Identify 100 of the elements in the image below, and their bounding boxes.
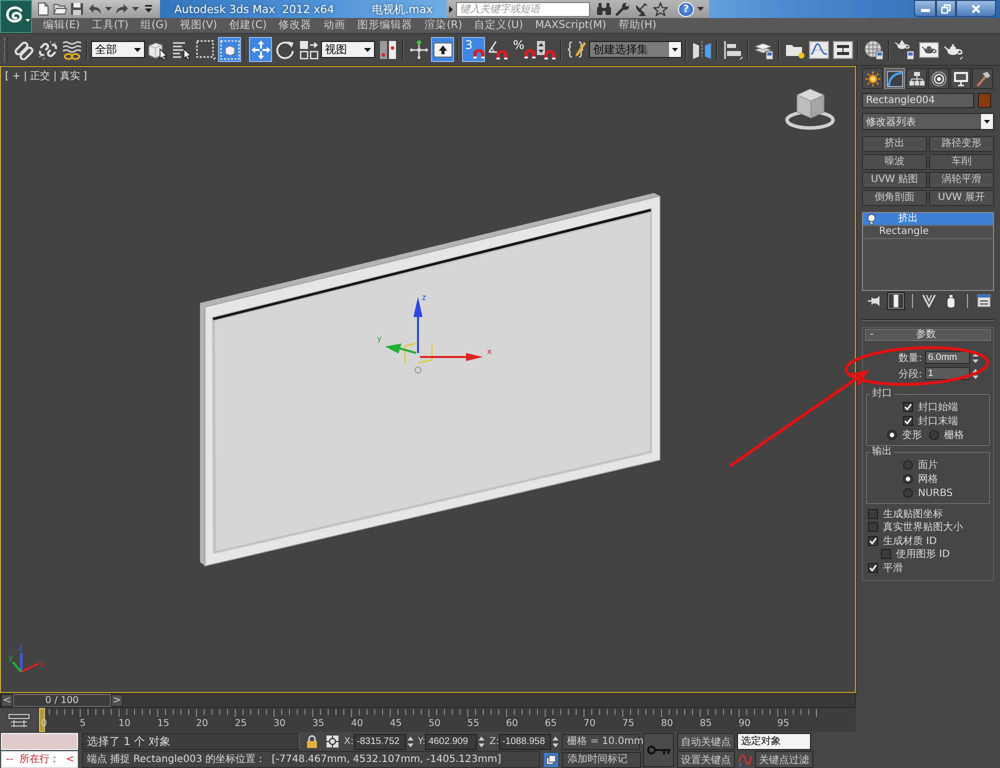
menu-item[interactable]: 帮助(H) [612, 18, 662, 33]
restore-button[interactable] [936, 0, 956, 17]
menu-item[interactable]: 渲染(R) [418, 18, 468, 33]
utilities-tab[interactable] [972, 68, 993, 89]
show-end-result-button[interactable] [887, 292, 905, 310]
modifier-button[interactable]: 涡轮平滑 [929, 172, 994, 188]
transform-mode-button[interactable] [324, 734, 340, 750]
checkbox[interactable] [881, 549, 891, 560]
checkbox[interactable] [868, 562, 878, 573]
make-unique-button[interactable] [920, 292, 938, 310]
help-button[interactable]: ? [678, 2, 694, 16]
menu-item[interactable]: 创建(C) [223, 18, 273, 33]
keyboard-override-button[interactable] [431, 37, 454, 62]
selection-lock-button[interactable] [304, 734, 320, 750]
modify-tab[interactable] [884, 68, 905, 89]
axis-arrow[interactable] [420, 353, 483, 361]
spinner-arrows-icon[interactable] [972, 368, 979, 380]
view-cube[interactable] [785, 88, 835, 130]
minimize-button[interactable] [914, 0, 936, 17]
checkbox[interactable] [868, 536, 878, 546]
dropdown[interactable]: 全部 [91, 41, 145, 58]
menu-item[interactable]: 图形编辑器 [352, 18, 419, 33]
modifier-button[interactable]: 挤出 [862, 136, 927, 152]
open-file-button[interactable] [52, 1, 68, 17]
menu-item[interactable]: 动画 [318, 18, 352, 33]
spinner-arrows-icon[interactable] [972, 352, 979, 364]
time-tag-field[interactable]: 添加时间标记 [562, 752, 641, 768]
snap-toggle-button[interactable]: 3 [462, 37, 485, 62]
stack-item[interactable]: Rectangle [863, 226, 993, 239]
save-file-button[interactable] [69, 1, 86, 17]
modifier-button[interactable]: 车削 [929, 154, 994, 170]
radio-button[interactable] [887, 430, 897, 440]
set-key-mode-button[interactable]: 设置关键点 [677, 751, 735, 768]
checkbox[interactable] [903, 402, 913, 412]
close-button[interactable] [956, 0, 996, 17]
search-button[interactable] [594, 1, 613, 17]
toolbar-grip[interactable] [4, 38, 8, 62]
coordinate-field[interactable]: -1088.958 [499, 734, 552, 750]
menu-item[interactable]: 组(G) [134, 18, 174, 33]
move-button[interactable] [249, 37, 272, 62]
script-input-field[interactable] [1, 733, 78, 750]
radio-button[interactable] [903, 474, 913, 484]
checkbox[interactable] [868, 508, 878, 519]
key-target-dropdown[interactable]: 选定对象 [737, 733, 811, 750]
modifier-button[interactable]: UVW 展开 [929, 190, 994, 206]
rollout-header[interactable]: - 参数 [865, 329, 991, 341]
create-tab[interactable] [862, 68, 883, 89]
stack-item[interactable]: 挤出 [863, 213, 993, 226]
spinner-arrows-icon[interactable] [552, 734, 560, 748]
axis-arrow[interactable] [414, 297, 422, 353]
menu-item[interactable]: 修改器 [272, 18, 318, 33]
hierarchy-tab[interactable] [906, 68, 927, 89]
spinner-field[interactable]: 6.0mm [925, 351, 970, 364]
menu-item[interactable]: MAXScript(M) [529, 18, 612, 33]
search-field[interactable]: 键入关键字或短语 [456, 2, 590, 16]
coordinate-field[interactable]: -8315.752 [354, 734, 406, 750]
caret-icon[interactable] [134, 48, 141, 52]
collapse-toggle[interactable]: - [870, 330, 900, 340]
next-frame-button[interactable]: > [111, 694, 123, 707]
expand-triangle-icon[interactable] [449, 6, 453, 12]
percent-snap-button[interactable]: % [510, 37, 533, 62]
caret-icon[interactable] [364, 48, 371, 52]
favorites-button[interactable] [651, 1, 670, 17]
menu-item[interactable]: 工具(T) [86, 18, 134, 33]
modifier-button[interactable]: 噪波 [862, 154, 927, 170]
radio-button[interactable] [929, 430, 939, 440]
modifier-button[interactable]: 倒角剖面 [862, 190, 927, 206]
new-file-button[interactable] [35, 1, 52, 17]
spinner-field[interactable]: 1 [925, 367, 970, 380]
time-slider-track[interactable]: < 0 / 100 > [0, 693, 856, 708]
color-swatch[interactable] [978, 93, 991, 108]
modifier-button[interactable]: UVW 贴图 [862, 172, 927, 188]
window-crossing-button[interactable] [218, 37, 241, 62]
dropdown[interactable]: 视图 [321, 41, 375, 58]
radio-button[interactable] [903, 460, 913, 470]
spinner-arrows-icon[interactable] [406, 734, 414, 748]
viewport-label[interactable]: [ + | 正交 | 真实 ] [5, 69, 87, 83]
time-tag-button[interactable] [543, 752, 560, 768]
motion-tab[interactable] [928, 68, 949, 89]
radio-button[interactable] [903, 488, 913, 498]
configure-sets-button[interactable] [975, 292, 993, 310]
script-output-field[interactable]: -- 所在行： < [1, 751, 78, 768]
menu-item[interactable]: 自定义(U) [468, 18, 530, 33]
coordinate-field[interactable]: 4602.909 [425, 734, 478, 750]
modifier-button[interactable]: 路径变形 [929, 136, 994, 152]
light-bulb-icon[interactable] [867, 214, 876, 224]
menu-item[interactable]: 视图(V) [174, 18, 224, 33]
object-name-field[interactable]: Rectangle004 [862, 93, 974, 108]
spinner-arrows-icon[interactable] [478, 734, 486, 748]
app-logo-icon[interactable] [0, 0, 32, 33]
tools-button[interactable] [613, 1, 632, 17]
checkbox[interactable] [868, 522, 878, 532]
time-slider-thumb[interactable]: < 0 / 100 > [1, 694, 123, 707]
checkbox[interactable] [903, 416, 913, 426]
key-filters-button[interactable]: 关键点过滤 [755, 751, 813, 768]
modifier-stack-list[interactable]: 挤出 Rectangle [862, 212, 994, 291]
menu-item[interactable]: 编辑(E) [37, 18, 86, 33]
selection-set-combo[interactable]: 创建选择集 [589, 41, 682, 58]
display-tab[interactable] [950, 68, 971, 89]
previous-frame-button[interactable]: < [1, 694, 13, 707]
